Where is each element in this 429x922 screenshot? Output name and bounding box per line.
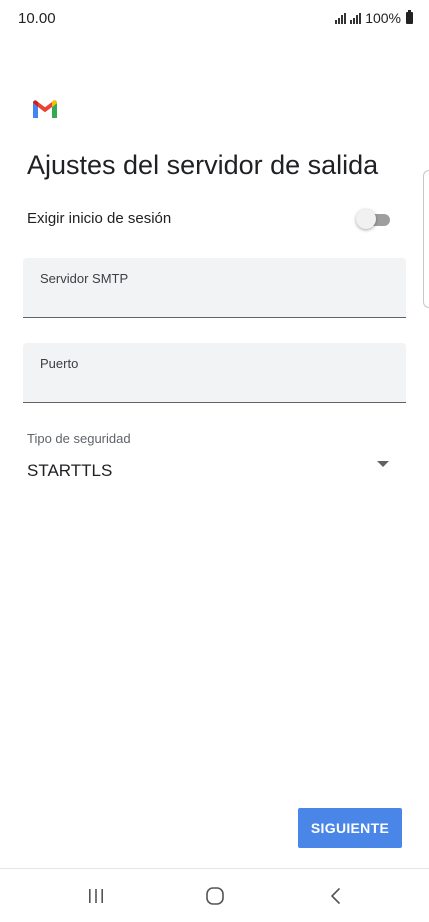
signal-icon [335, 12, 347, 24]
gmail-logo-icon [33, 100, 57, 118]
login-required-row: Exigir inicio de sesión [27, 205, 392, 233]
status-indicators: 100% [335, 10, 413, 26]
home-button[interactable] [195, 881, 235, 911]
security-type-label: Tipo de seguridad [27, 431, 131, 446]
edge-panel-handle[interactable] [423, 170, 429, 308]
signal-icon-2 [350, 12, 362, 24]
security-type-dropdown[interactable]: STARTTLS [27, 452, 393, 486]
recents-icon [89, 889, 103, 903]
home-icon [206, 887, 224, 905]
recents-button[interactable] [76, 881, 116, 911]
toggle-thumb [356, 209, 376, 229]
battery-icon [406, 10, 413, 24]
screen: 10.00 100% Ajustes del servidor de salid… [0, 0, 429, 922]
port-label: Puerto [40, 356, 79, 371]
security-type-value: STARTTLS [27, 461, 113, 480]
page-title: Ajustes del servidor de salida [27, 150, 379, 180]
back-icon [331, 888, 340, 904]
port-field[interactable]: Puerto [23, 343, 406, 403]
login-required-label: Exigir inicio de sesión [27, 210, 172, 227]
smtp-server-label: Servidor SMTP [40, 271, 129, 286]
status-bar: 10.00 100% [0, 0, 429, 36]
next-button[interactable]: SIGUIENTE [298, 808, 402, 848]
navigation-bar [0, 868, 429, 922]
status-time: 10.00 [18, 10, 56, 27]
login-required-toggle[interactable] [356, 208, 392, 230]
back-button[interactable] [316, 881, 356, 911]
battery-percent: 100% [365, 10, 401, 26]
smtp-server-field[interactable]: Servidor SMTP [23, 258, 406, 318]
dropdown-arrow-icon [377, 461, 389, 467]
